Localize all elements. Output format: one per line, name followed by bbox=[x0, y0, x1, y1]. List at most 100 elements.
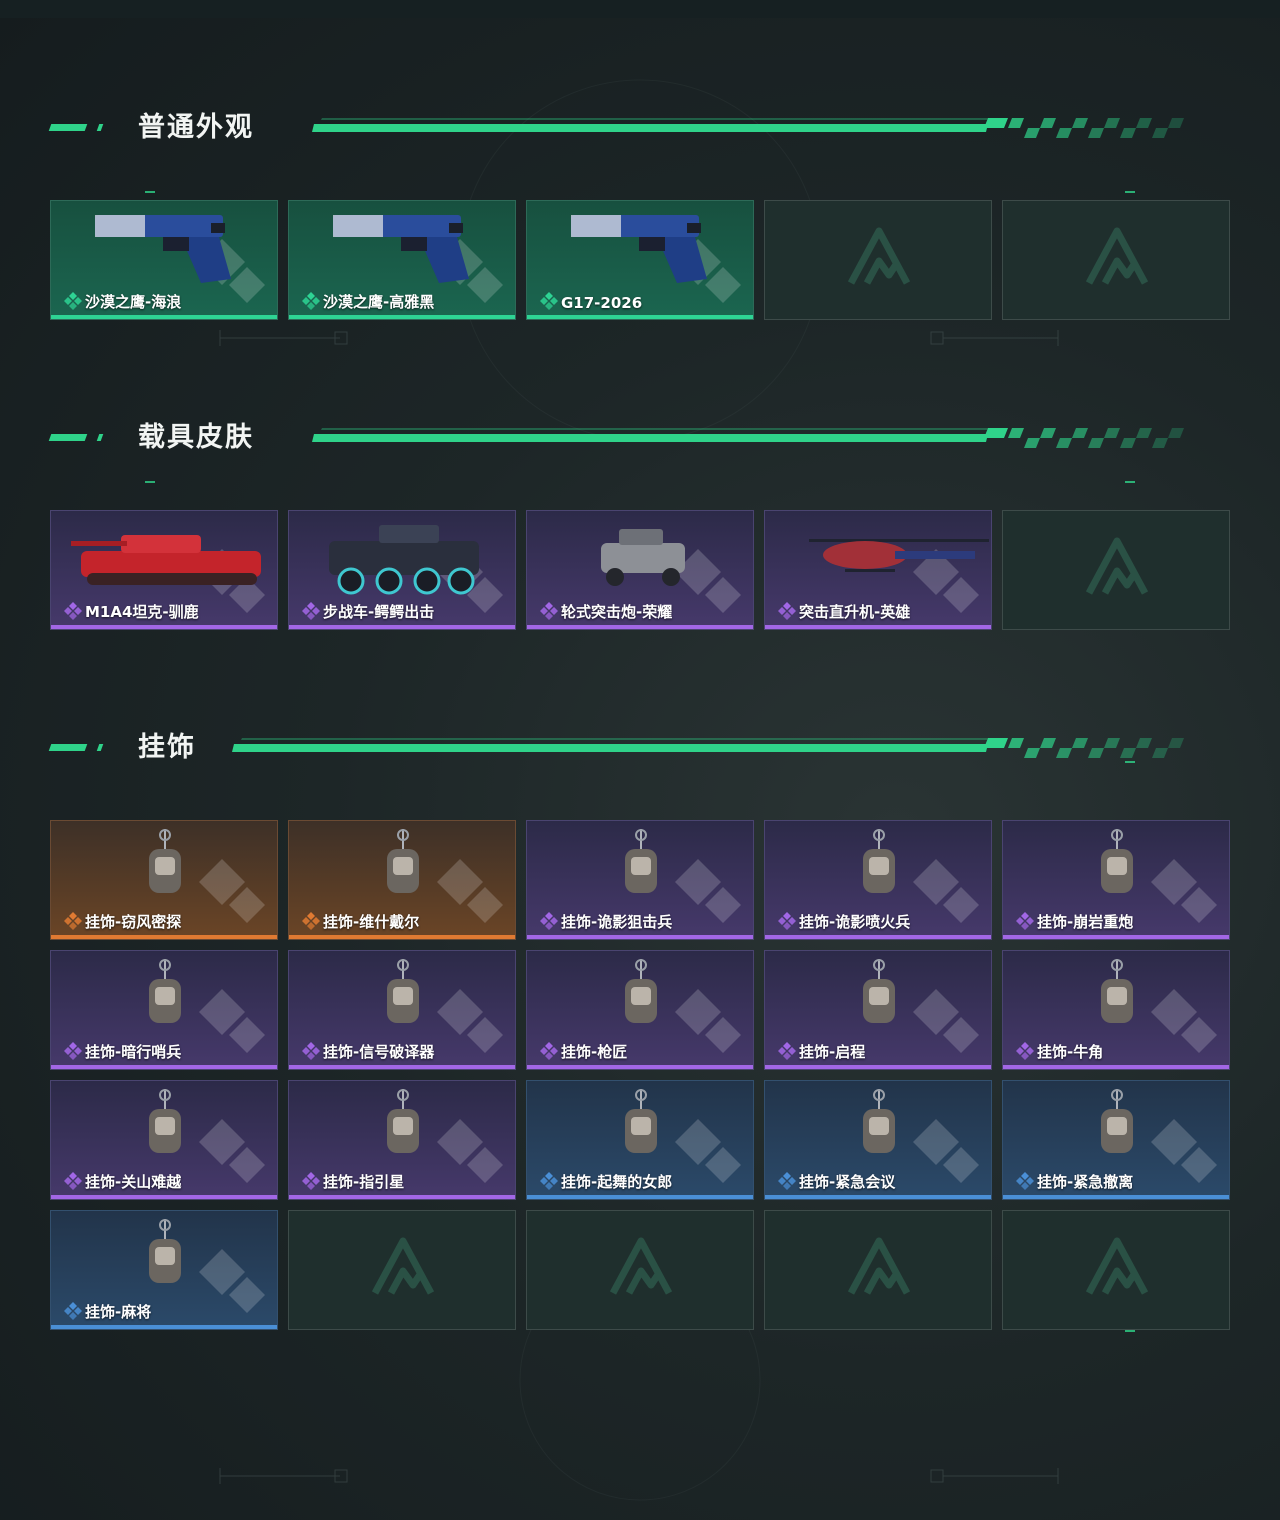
pistol-icon bbox=[289, 201, 515, 297]
item-label: 挂饰-信号破译器 bbox=[323, 1043, 435, 1061]
logo-icon bbox=[1083, 223, 1151, 296]
charm-icon bbox=[765, 821, 991, 917]
item-label: 挂饰-枪匠 bbox=[561, 1043, 628, 1061]
rarity-icon bbox=[539, 601, 559, 621]
charm-icon bbox=[1003, 1081, 1229, 1177]
empty-slot bbox=[764, 1210, 992, 1330]
charm-icon bbox=[527, 951, 753, 1047]
rarity-icon bbox=[777, 601, 797, 621]
rarity-bar bbox=[1003, 1065, 1229, 1069]
top-bar bbox=[0, 0, 1280, 18]
rarity-bar bbox=[1003, 935, 1229, 939]
section-header-vehicle-skins: 载具皮肤 bbox=[48, 420, 1200, 456]
rarity-bar bbox=[527, 315, 753, 319]
item-label: 挂饰-崩岩重炮 bbox=[1037, 913, 1134, 931]
header-stripe bbox=[308, 420, 1200, 456]
header-stripe bbox=[228, 730, 1200, 766]
rarity-icon bbox=[301, 1041, 321, 1061]
tick-mark bbox=[1125, 481, 1135, 483]
item-card[interactable]: 挂饰-信号破译器 bbox=[288, 950, 516, 1070]
item-card[interactable]: 挂饰-窃风密探 bbox=[50, 820, 278, 940]
item-card[interactable]: 挂饰-紧急会议 bbox=[764, 1080, 992, 1200]
rarity-icon bbox=[1015, 1171, 1035, 1191]
item-card[interactable]: 挂饰-关山难越 bbox=[50, 1080, 278, 1200]
rarity-icon bbox=[777, 1041, 797, 1061]
item-card[interactable]: 挂饰-启程 bbox=[764, 950, 992, 1070]
header-accent bbox=[96, 124, 104, 131]
rarity-bar bbox=[1003, 1195, 1229, 1199]
rarity-bar bbox=[289, 1195, 515, 1199]
item-card[interactable]: 沙漠之鹰-海浪 bbox=[50, 200, 278, 320]
empty-slot bbox=[764, 200, 992, 320]
rarity-icon bbox=[301, 291, 321, 311]
item-card[interactable]: 突击直升机-英雄 bbox=[764, 510, 992, 630]
item-card[interactable]: 步战车-鳄鳄出击 bbox=[288, 510, 516, 630]
helicopter-icon bbox=[765, 511, 991, 607]
rarity-bar bbox=[765, 935, 991, 939]
charm-icon bbox=[51, 1081, 277, 1177]
charm-icon bbox=[289, 951, 515, 1047]
pistol-icon bbox=[51, 201, 277, 297]
item-card[interactable]: 挂饰-麻将 bbox=[50, 1210, 278, 1330]
item-card[interactable]: 挂饰-诡影狙击兵 bbox=[526, 820, 754, 940]
charm-icon bbox=[289, 821, 515, 917]
tank-icon bbox=[51, 511, 277, 607]
item-card[interactable]: M1A4坦克-驯鹿 bbox=[50, 510, 278, 630]
charm-icon bbox=[51, 1211, 277, 1307]
item-label: 挂饰-指引星 bbox=[323, 1173, 405, 1191]
logo-icon bbox=[1083, 533, 1151, 606]
item-card[interactable]: 挂饰-枪匠 bbox=[526, 950, 754, 1070]
charm-icon bbox=[1003, 951, 1229, 1047]
item-label: 步战车-鳄鳄出击 bbox=[323, 603, 435, 621]
empty-slot bbox=[526, 1210, 754, 1330]
item-label: 轮式突击炮-荣耀 bbox=[561, 603, 673, 621]
tick-mark bbox=[145, 191, 155, 193]
item-card[interactable]: 挂饰-暗行哨兵 bbox=[50, 950, 278, 1070]
rarity-bar bbox=[527, 1065, 753, 1069]
rarity-bar bbox=[765, 1195, 991, 1199]
rarity-icon bbox=[1015, 1041, 1035, 1061]
tick-mark bbox=[1125, 761, 1135, 763]
item-card[interactable]: 挂饰-起舞的女郎 bbox=[526, 1080, 754, 1200]
header-accent bbox=[48, 434, 88, 441]
rarity-bar bbox=[289, 315, 515, 319]
item-card[interactable]: 挂饰-崩岩重炮 bbox=[1002, 820, 1230, 940]
item-card[interactable]: 沙漠之鹰-高雅黑 bbox=[288, 200, 516, 320]
item-label: 挂饰-牛角 bbox=[1037, 1043, 1104, 1061]
logo-icon bbox=[369, 1233, 437, 1306]
charm-icon bbox=[765, 951, 991, 1047]
rarity-bar bbox=[765, 1065, 991, 1069]
rarity-icon bbox=[63, 601, 83, 621]
item-card[interactable]: 挂饰-指引星 bbox=[288, 1080, 516, 1200]
rarity-bar bbox=[765, 625, 991, 629]
pistol-icon bbox=[527, 201, 753, 297]
item-card[interactable]: G17-2026 bbox=[526, 200, 754, 320]
section-title: 普通外观 bbox=[138, 112, 254, 143]
item-label: 挂饰-暗行哨兵 bbox=[85, 1043, 182, 1061]
empty-slot bbox=[288, 1210, 516, 1330]
rarity-bar bbox=[51, 1065, 277, 1069]
charm-icon bbox=[527, 1081, 753, 1177]
section-header-skins: 普通外观 bbox=[48, 110, 1200, 146]
item-card[interactable]: 挂饰-紧急撤离 bbox=[1002, 1080, 1230, 1200]
rarity-bar bbox=[527, 935, 753, 939]
rarity-icon bbox=[1015, 911, 1035, 931]
item-label: 挂饰-启程 bbox=[799, 1043, 866, 1061]
item-card[interactable]: 挂饰-牛角 bbox=[1002, 950, 1230, 1070]
item-label: 突击直升机-英雄 bbox=[799, 603, 911, 621]
empty-slot bbox=[1002, 200, 1230, 320]
item-label: 挂饰-窃风密探 bbox=[85, 913, 182, 931]
item-card[interactable]: 挂饰-诡影喷火兵 bbox=[764, 820, 992, 940]
charm-icon bbox=[289, 1081, 515, 1177]
header-accent bbox=[96, 434, 104, 441]
rarity-bar bbox=[527, 1195, 753, 1199]
item-card[interactable]: 轮式突击炮-荣耀 bbox=[526, 510, 754, 630]
rarity-bar bbox=[289, 935, 515, 939]
rarity-icon bbox=[539, 291, 559, 311]
ifv-icon bbox=[289, 511, 515, 607]
item-card[interactable]: 挂饰-维什戴尔 bbox=[288, 820, 516, 940]
rarity-bar bbox=[51, 625, 277, 629]
rarity-icon bbox=[301, 911, 321, 931]
section-title: 载具皮肤 bbox=[138, 422, 254, 453]
rarity-icon bbox=[301, 1171, 321, 1191]
